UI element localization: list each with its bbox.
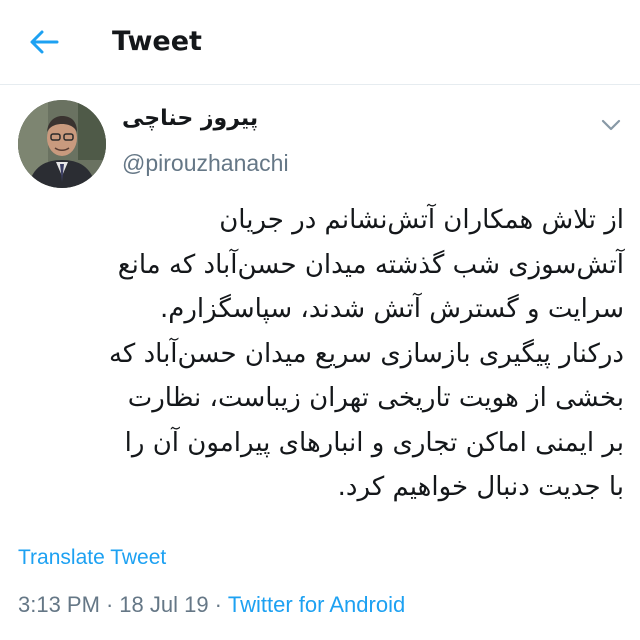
meta-separator: ·	[214, 592, 222, 617]
arrow-left-icon	[30, 30, 59, 54]
tweet-menu-button[interactable]	[598, 114, 624, 136]
tweet-text-line: با جدیت دنبال خواهیم کرد.	[337, 472, 624, 502]
tweet-date: 18 Jul 19	[119, 592, 209, 617]
tweet-metadata: 3:13 PM · 18 Jul 19 · Twitter for Android	[18, 592, 405, 618]
tweet-source-link[interactable]: Twitter for Android	[228, 592, 405, 617]
tweet-text-line: سرایت و گسترش آتش شدند، سپاسگزارم.	[159, 294, 624, 324]
tweet-text-line: بخشی از هویت تاریخی تهران زیباست، نظارت	[127, 383, 624, 413]
top-app-bar: Tweet	[0, 0, 640, 85]
page-title: Tweet	[112, 26, 202, 57]
tweet-text: از تلاش همکاران آتش‌نشانم در جریان آتش‌س…	[14, 198, 624, 510]
profile-photo	[18, 100, 106, 188]
author-display-name[interactable]: پیروز حناچی	[122, 106, 302, 131]
tweet-text-line: از تلاش همکاران آتش‌نشانم در جریان	[219, 205, 624, 235]
tweet-detail-screen: Tweet پیروز حناچی @pirouzhanachi از تلاش…	[0, 0, 640, 640]
tweet-text-line: درکنار پیگیری بازسازی سریع میدان حسن‌آبا…	[108, 338, 624, 369]
avatar[interactable]	[18, 100, 106, 188]
tweet-time: 3:13 PM	[18, 592, 100, 617]
meta-separator: ·	[105, 592, 114, 617]
tweet-text-line: بر ایمنی اماکن تجاری و انبارهای پیرامون …	[124, 427, 624, 458]
translate-tweet-link[interactable]: Translate Tweet	[18, 546, 166, 570]
author-handle[interactable]: @pirouzhanachi	[122, 150, 289, 177]
back-button[interactable]	[22, 20, 66, 64]
chevron-down-icon	[601, 119, 621, 131]
tweet-text-line: آتش‌سوزی شب گذشته میدان حسن‌آباد که مانع	[117, 249, 624, 280]
